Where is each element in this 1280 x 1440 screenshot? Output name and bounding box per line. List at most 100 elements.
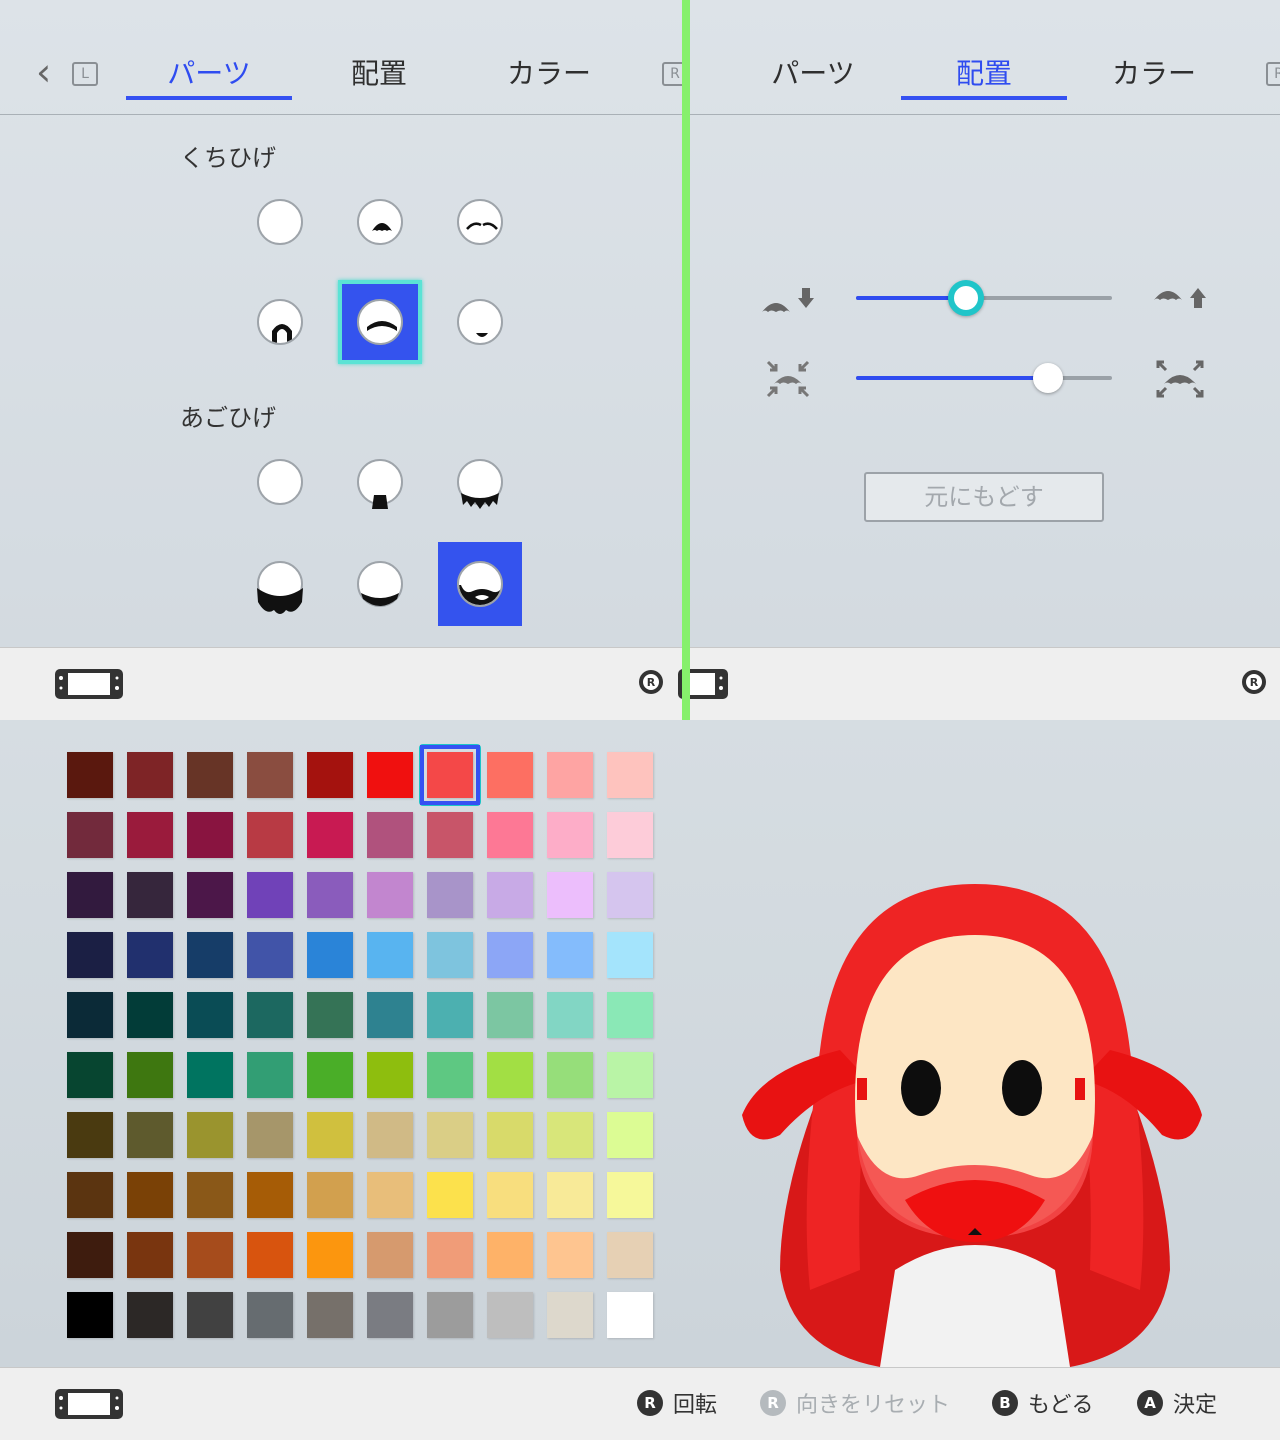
reset-placement-button[interactable]: 元にもどす	[864, 472, 1104, 522]
color-swatch[interactable]	[607, 932, 653, 978]
tab-color[interactable]: カラー	[466, 52, 632, 100]
color-swatch[interactable]	[307, 1052, 353, 1098]
beard-option-4[interactable]	[338, 542, 422, 626]
size-slider-knob[interactable]	[1033, 363, 1063, 393]
tab-parts[interactable]: パーツ	[126, 52, 292, 100]
size-slider[interactable]	[856, 363, 1112, 393]
color-swatch[interactable]	[487, 1172, 533, 1218]
color-swatch[interactable]	[607, 1052, 653, 1098]
color-swatch[interactable]	[607, 1232, 653, 1278]
color-swatch[interactable]	[187, 1232, 233, 1278]
color-swatch[interactable]	[547, 1172, 593, 1218]
color-swatch[interactable]	[307, 872, 353, 918]
color-swatch[interactable]	[427, 932, 473, 978]
color-swatch[interactable]	[307, 812, 353, 858]
mustache-option-4[interactable]	[338, 280, 422, 364]
color-swatch[interactable]	[127, 1232, 173, 1278]
position-slider[interactable]	[856, 280, 1112, 316]
reset-direction-hint[interactable]: R 向きをリセット	[760, 1386, 950, 1420]
color-swatch[interactable]	[127, 1292, 173, 1338]
mustache-option-2[interactable]	[438, 180, 522, 264]
color-swatch[interactable]	[187, 1112, 233, 1158]
color-swatch[interactable]	[127, 1172, 173, 1218]
color-swatch[interactable]	[547, 992, 593, 1038]
tab-color[interactable]: カラー	[1071, 52, 1237, 100]
color-swatch[interactable]	[307, 1292, 353, 1338]
color-swatch[interactable]	[367, 1232, 413, 1278]
color-swatch[interactable]	[187, 872, 233, 918]
color-swatch[interactable]	[367, 992, 413, 1038]
color-swatch[interactable]	[67, 1292, 113, 1338]
color-swatch[interactable]	[67, 872, 113, 918]
color-swatch[interactable]	[307, 1232, 353, 1278]
color-swatch[interactable]	[607, 812, 653, 858]
color-swatch[interactable]	[67, 752, 113, 798]
color-swatch[interactable]	[67, 932, 113, 978]
color-swatch[interactable]	[67, 1172, 113, 1218]
confirm-hint[interactable]: A 決定	[1137, 1386, 1217, 1420]
color-swatch[interactable]	[127, 872, 173, 918]
color-swatch[interactable]	[247, 932, 293, 978]
color-swatch[interactable]	[247, 812, 293, 858]
beard-option-2[interactable]	[438, 440, 522, 524]
color-swatch[interactable]	[187, 1172, 233, 1218]
color-swatch[interactable]	[547, 1232, 593, 1278]
color-swatch[interactable]	[367, 1112, 413, 1158]
color-swatch[interactable]	[427, 1232, 473, 1278]
color-swatch[interactable]	[487, 752, 533, 798]
color-swatch[interactable]	[607, 992, 653, 1038]
color-swatch[interactable]	[307, 1172, 353, 1218]
tab-placement[interactable]: 配置	[901, 52, 1067, 100]
color-swatch[interactable]	[187, 932, 233, 978]
beard-option-5[interactable]	[438, 542, 522, 626]
tab-parts[interactable]: パーツ	[730, 52, 896, 100]
beard-option-1[interactable]	[338, 440, 422, 524]
color-swatch[interactable]	[607, 752, 653, 798]
color-swatch[interactable]	[367, 812, 413, 858]
color-swatch[interactable]	[247, 1112, 293, 1158]
color-swatch[interactable]	[547, 812, 593, 858]
color-swatch[interactable]	[367, 1292, 413, 1338]
color-swatch[interactable]	[67, 1232, 113, 1278]
mustache-option-1[interactable]	[338, 180, 422, 264]
color-swatch[interactable]	[487, 872, 533, 918]
color-swatch[interactable]	[307, 932, 353, 978]
color-swatch[interactable]	[247, 752, 293, 798]
color-swatch[interactable]	[247, 1052, 293, 1098]
position-slider-knob[interactable]	[948, 280, 985, 316]
back-hint[interactable]: B もどる	[992, 1386, 1094, 1420]
color-swatch[interactable]	[127, 1112, 173, 1158]
color-swatch[interactable]	[487, 1052, 533, 1098]
color-swatch[interactable]	[487, 992, 533, 1038]
color-swatch[interactable]	[367, 872, 413, 918]
color-swatch[interactable]	[547, 1292, 593, 1338]
color-swatch[interactable]	[547, 932, 593, 978]
color-swatch[interactable]	[367, 1052, 413, 1098]
color-swatch[interactable]	[607, 1112, 653, 1158]
color-swatch[interactable]	[127, 812, 173, 858]
color-swatch[interactable]	[307, 1112, 353, 1158]
color-swatch[interactable]	[427, 992, 473, 1038]
color-swatch[interactable]	[487, 1232, 533, 1278]
color-swatch[interactable]	[247, 1232, 293, 1278]
color-swatch[interactable]	[67, 1052, 113, 1098]
color-swatch[interactable]	[187, 812, 233, 858]
r-button-icon[interactable]: R	[1266, 62, 1280, 86]
color-swatch[interactable]	[187, 1292, 233, 1338]
color-swatch[interactable]	[547, 1112, 593, 1158]
color-swatch[interactable]	[127, 752, 173, 798]
color-swatch[interactable]	[487, 812, 533, 858]
color-swatch[interactable]	[67, 992, 113, 1038]
color-swatch[interactable]	[487, 1112, 533, 1158]
color-swatch[interactable]	[187, 1052, 233, 1098]
color-swatch[interactable]	[607, 1172, 653, 1218]
color-swatch[interactable]	[187, 752, 233, 798]
color-swatch[interactable]	[127, 1052, 173, 1098]
avatar-preview[interactable]	[730, 870, 1220, 1367]
color-swatch[interactable]	[127, 932, 173, 978]
back-chevron-icon[interactable]: ‹	[36, 53, 66, 92]
color-swatch[interactable]	[427, 1292, 473, 1338]
mustache-option-3[interactable]	[238, 280, 322, 364]
color-swatch[interactable]	[487, 932, 533, 978]
color-swatch[interactable]	[547, 872, 593, 918]
